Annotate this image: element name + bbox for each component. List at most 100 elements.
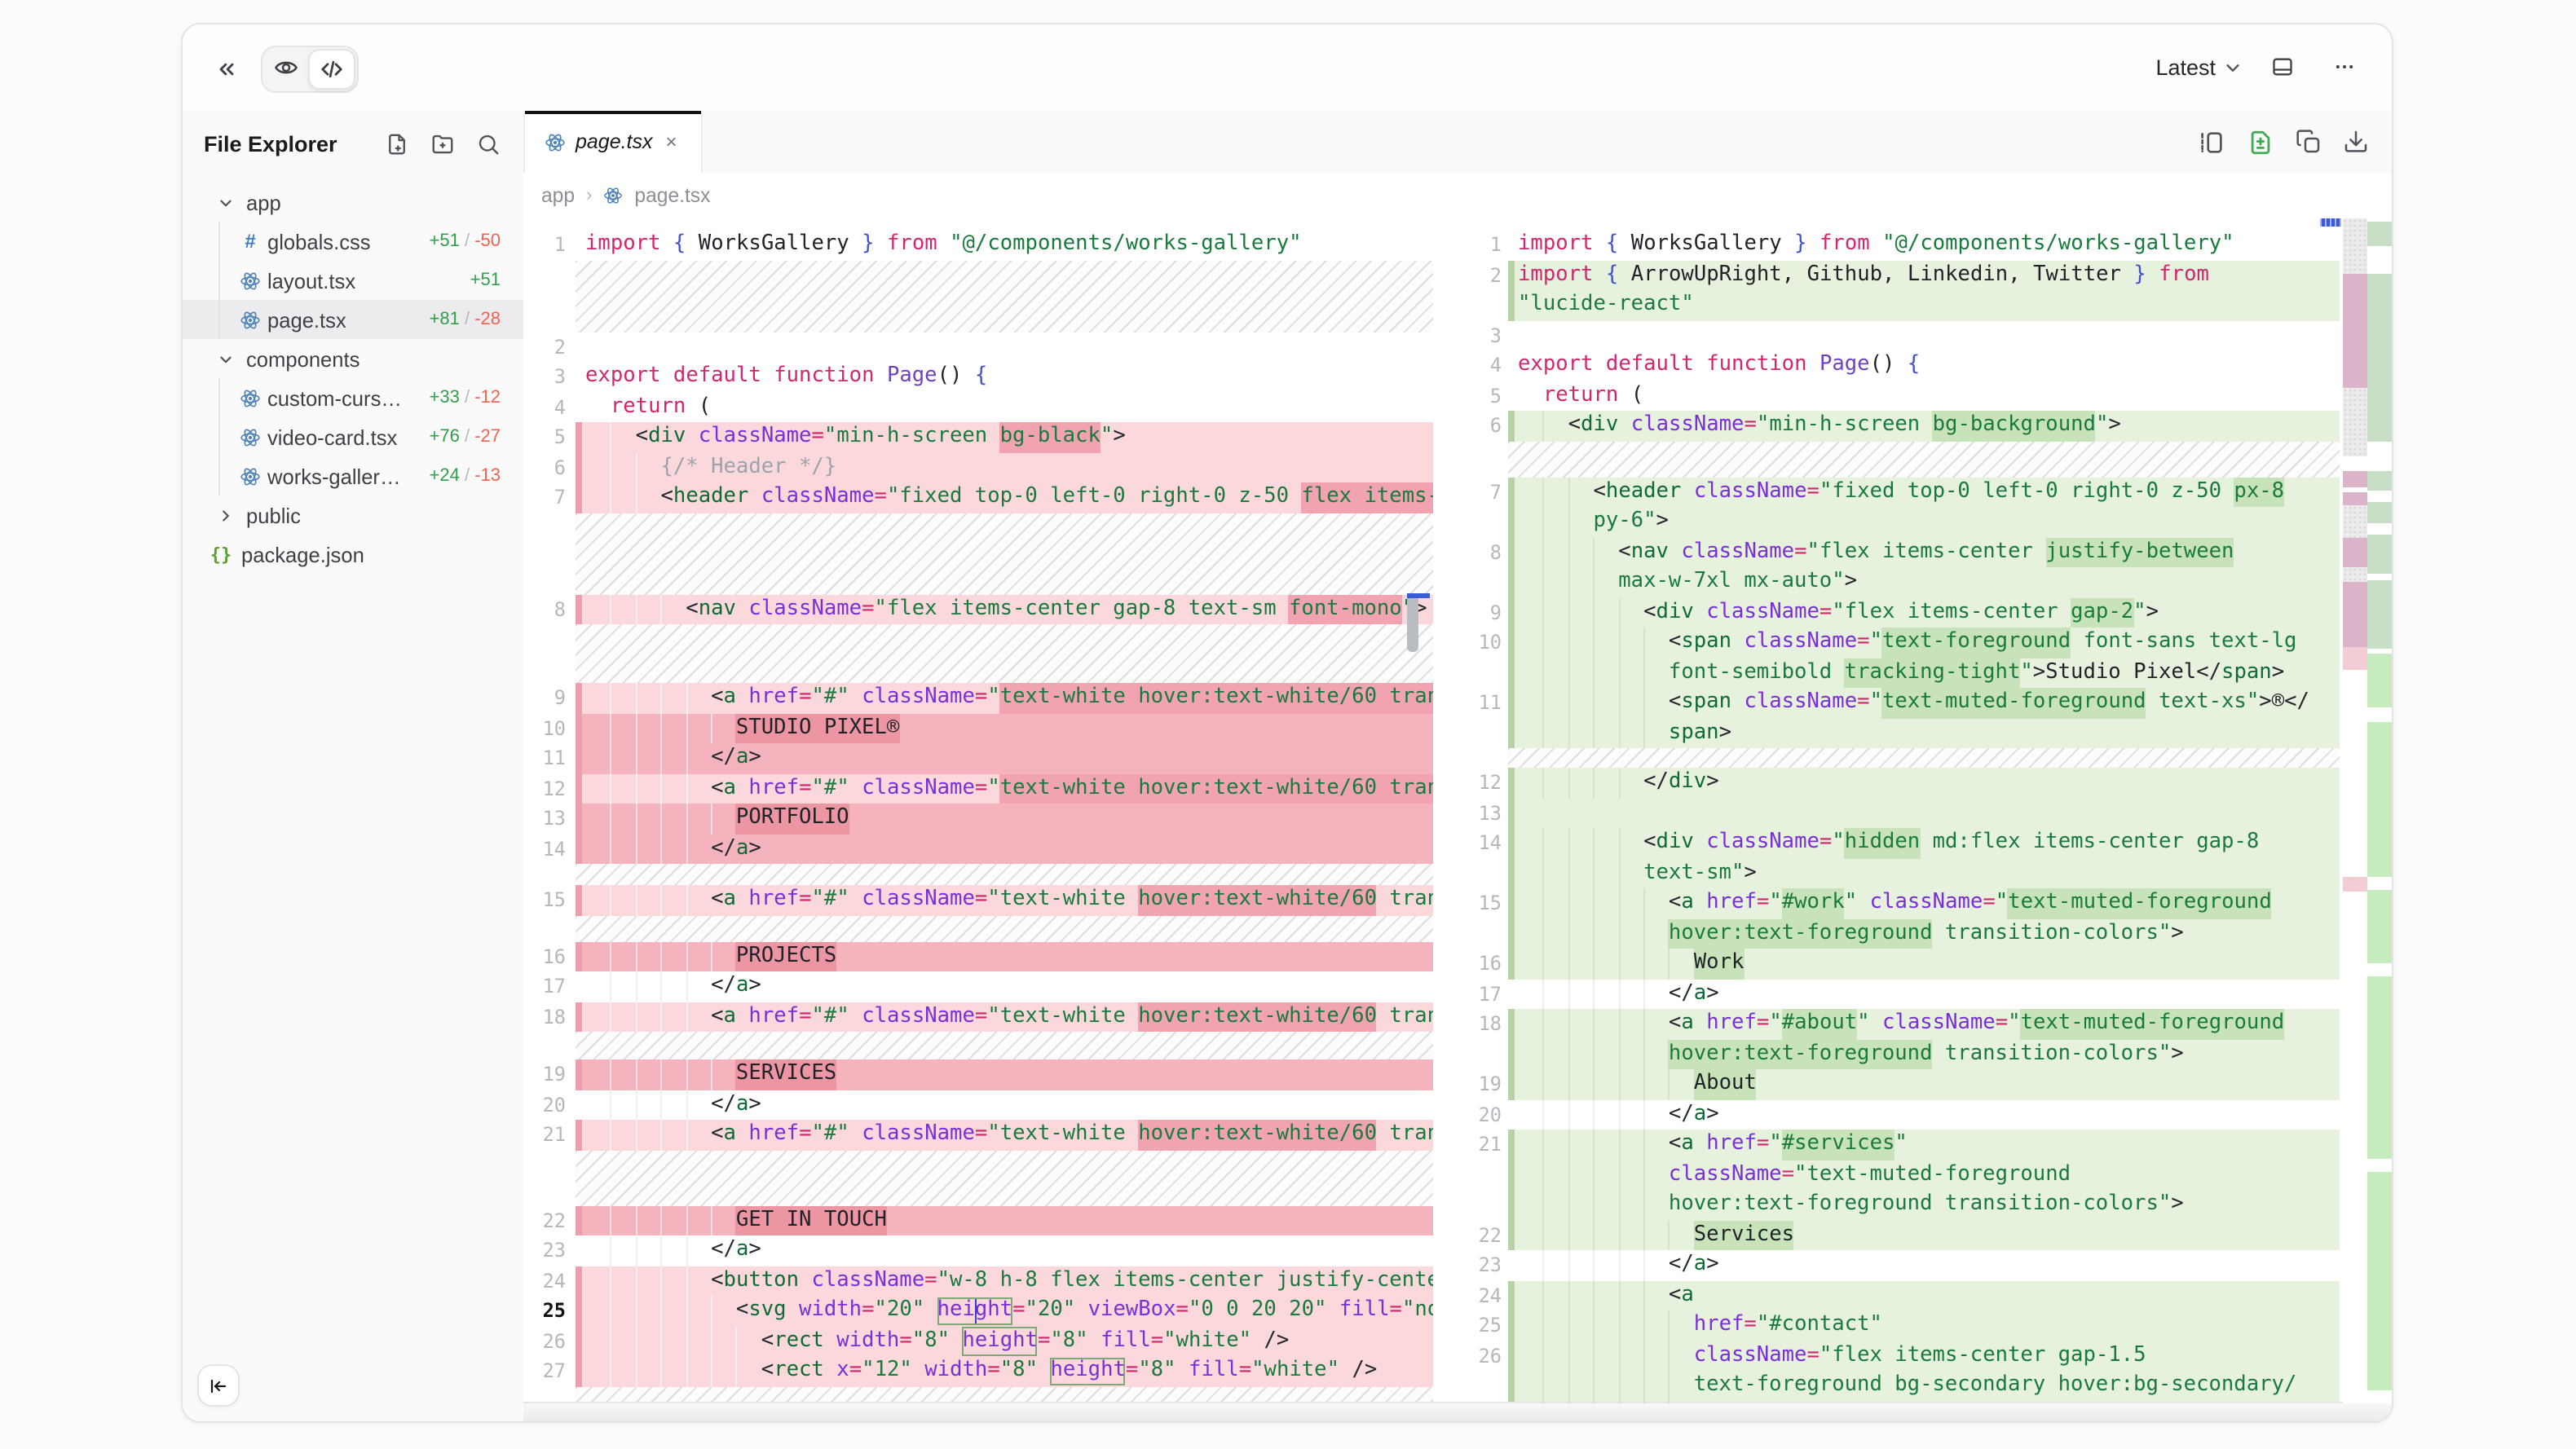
line-number: 4 [1469,350,1508,381]
line-number: 3 [523,362,576,392]
diff-stats: +51 [470,271,501,290]
new-folder-icon[interactable] [430,132,455,156]
code-line: 23 </a> [1469,1250,2392,1280]
code-icon [320,57,344,81]
code-line: 13 PORTFOLIO [523,804,1433,834]
diff-pane-new[interactable]: 1import { WorksGallery } from "@/compone… [1469,218,2392,1403]
sidebar-folder-app[interactable]: app [183,183,523,222]
sidebar-file-custom-curs-[interactable]: custom-curs…+33 / -12 [183,378,523,417]
line-number: 6 [1469,411,1508,441]
line-number: 2 [523,332,576,362]
line-number: 21 [523,1120,576,1150]
code-line: 19 About [1469,1069,2392,1099]
line-number: 15 [523,885,576,915]
diff-pane-old[interactable]: 1import { WorksGallery } from "@/compone… [523,218,1433,1403]
code-line: 24 <button className="w-8 h-8 flex items… [523,1266,1433,1296]
code-line: 11 <span className="text-muted-foregroun… [1469,688,2392,718]
line-number [1469,290,1508,320]
download-icon[interactable] [2343,129,2369,155]
code-line: 3 [1469,320,2392,350]
minimap-new-block [2367,535,2392,574]
line-number: 18 [523,1002,576,1032]
sidebar-folder-public[interactable]: public [183,495,523,535]
right-pane-scroll-indicator[interactable] [2320,218,2341,227]
code-line: 11 </a> [523,743,1433,773]
close-tab-icon[interactable]: × [666,130,677,153]
line-number: 23 [523,1235,576,1266]
collapse-sidebar-button[interactable] [197,1364,240,1407]
preview-toggle-button[interactable] [264,49,308,86]
line-number: 11 [523,743,576,773]
line-number: 2 [1469,260,1508,290]
collapsed-diff-region [523,1386,1433,1401]
search-icon[interactable] [476,132,501,156]
breadcrumb-root[interactable]: app [541,184,575,207]
line-number: 15 [1469,888,1508,918]
more-options-button[interactable] [2323,46,2366,88]
panel-bottom-button[interactable] [2261,46,2304,88]
code-line: 17 </a> [523,971,1433,1002]
code-line: font-semibold tracking-tight">Studio Pix… [1469,658,2392,688]
tree-indent-guide [218,222,220,339]
collapsed-diff-region [523,1032,1433,1059]
breadcrumb-file[interactable]: page.tsx [634,184,710,207]
split-view-icon[interactable] [2198,128,2225,156]
diff-stats: +51 / -50 [430,231,501,251]
code-line: 10 STUDIO PIXEL® [523,713,1433,743]
code-line: 6 {/* Header */} [523,452,1433,482]
breadcrumb: app › page.tsx [523,173,2392,218]
left-pane-scrollbar[interactable] [1407,595,1418,652]
line-number: 1 [523,230,576,260]
collapse-panel-button[interactable] [205,48,248,90]
chevron-right-icon [217,506,236,524]
line-number: 13 [1469,798,1508,828]
line-number: 16 [523,941,576,971]
sidebar-file-works-galler-[interactable]: works-galler…+24 / -13 [183,456,523,495]
sidebar-file-globals-css[interactable]: #globals.css+51 / -50 [183,222,523,261]
code-line: hover:text-foreground transition-colors"… [1469,1190,2392,1220]
line-number: 22 [523,1205,576,1235]
new-file-icon[interactable] [385,132,409,156]
line-number: 22 [1469,1220,1508,1250]
top-toolbar: Latest [183,24,2392,112]
code-line: 17 </a> [1469,979,2392,1009]
line-number: 19 [523,1059,576,1090]
code-line: 22 GET IN TOUCH [523,1205,1433,1235]
eye-icon [274,55,298,80]
left-pane-scroll-indicator [1407,593,1430,597]
minimap-new-block [2367,222,2392,246]
sidebar-file-page-tsx[interactable]: page.tsx+81 / -28 [183,300,523,339]
version-selector[interactable]: Latest [2155,55,2242,79]
file-diff-icon[interactable] [2247,128,2274,156]
version-label: Latest [2155,55,2216,79]
sidebar-file-layout-tsx[interactable]: layout.tsx+51 [183,261,523,300]
code-line: 8 <nav className="flex items-center just… [1469,537,2392,567]
code-line: 14 <div className="hidden md:flex items-… [1469,828,2392,858]
line-number: 25 [1469,1310,1508,1341]
code-line: 21 <a href="#" className="text-white hov… [523,1120,1433,1150]
react-file-icon [240,309,261,330]
tab-page-tsx[interactable]: page.tsx × [523,111,703,173]
diff-minimap[interactable] [2343,218,2392,1403]
code-line: 3export default function Page() { [523,362,1433,392]
collapsed-diff-region [523,513,1433,594]
sidebar-file-video-card-tsx[interactable]: video-card.tsx+76 / -27 [183,417,523,456]
horizontal-scrollbar[interactable] [523,1402,2392,1421]
sidebar-folder-components[interactable]: components [183,339,523,378]
copy-icon[interactable] [2296,129,2322,155]
ellipsis-icon [2333,54,2356,80]
code-toggle-button[interactable] [308,49,355,90]
line-number: 17 [1469,979,1508,1009]
line-number: 4 [523,392,576,422]
diff-stats: +33 / -12 [430,388,501,407]
diff-stats: +81 / -28 [430,310,501,329]
minimap-old-block [2343,218,2367,274]
line-number [1469,1160,1508,1190]
line-number [1469,507,1508,537]
tab-bar: page.tsx × [523,111,2392,174]
minimap-new-block [2367,471,2392,491]
file-explorer-title: File Explorer [204,132,337,156]
code-line: text-foreground bg-secondary hover:bg-se… [1469,1371,2392,1401]
code-line: py-6"> [1469,507,2392,537]
sidebar-file-package-json[interactable]: {}package.json [183,535,523,574]
